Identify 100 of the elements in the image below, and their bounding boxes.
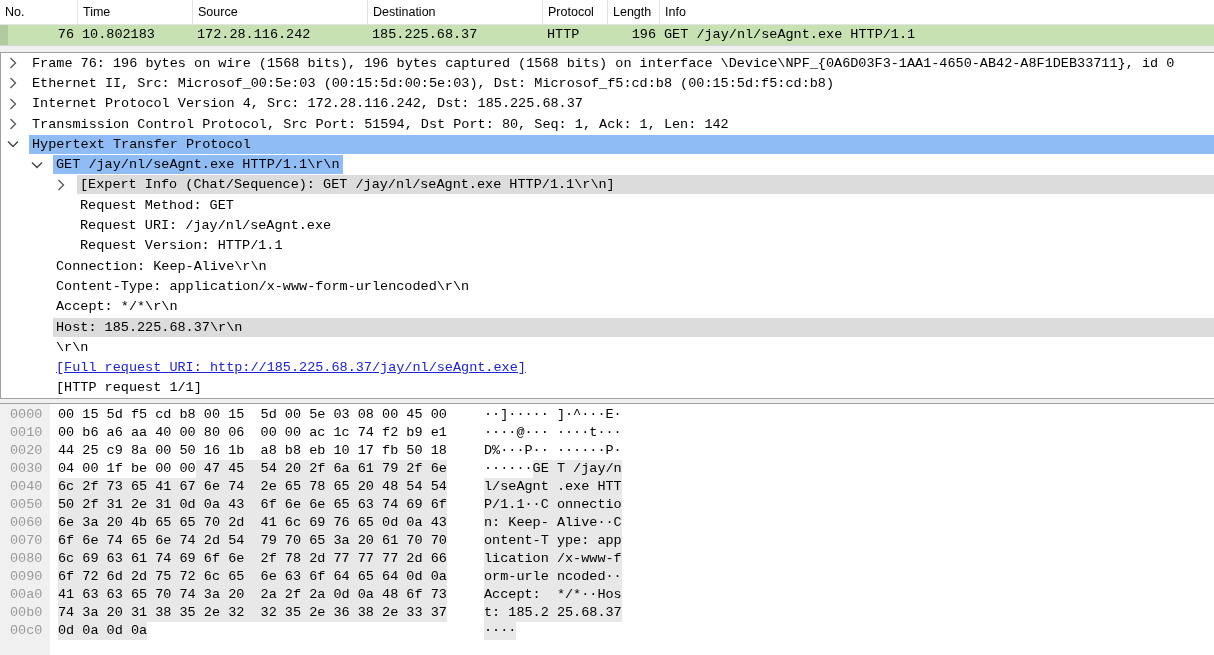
ascii-text: ]·^···E· [555,406,622,424]
ascii-text: ······ [484,460,533,478]
hex-bytes: 6e 63 6f 64 65 64 0d 0a [244,568,447,586]
byte-offset: 00a0 [9,586,44,604]
byte-offset: 0030 [9,460,44,478]
hex-bytes: 00 00 ac 1c 74 f2 b9 e1 [259,424,447,442]
byte-offset: 0090 [9,568,44,586]
chevron-right-icon[interactable] [9,118,17,131]
hex-bytes: 04 00 1f be 00 00 [58,460,196,478]
hex-bytes: 6c 2f 73 65 41 67 6e 74 [58,478,245,496]
hex-bytes: 44 25 c9 8a 00 50 16 1b [58,442,245,460]
ascii-text: t: 185.2 [484,604,549,622]
byte-offset: 0010 [9,424,44,442]
tree-item[interactable]: Content-Type: application/x-www-form-urlencoded\r\n [53,276,473,296]
table-cell-text: 76 [56,26,75,44]
ascii-text: D%···P·· [484,442,549,460]
column-header[interactable]: Time [78,0,193,24]
column-header[interactable]: Destination [368,0,543,24]
hex-bytes: 6e 3a 20 4b 65 65 70 2d [58,514,245,532]
chevron-right-icon[interactable] [9,57,17,70]
byte-offset: 0040 [9,478,44,496]
hex-bytes: 6f 6e 6e 65 63 74 69 6f [244,496,447,514]
column-header[interactable]: Protocol [543,0,608,24]
hex-bytes: 6f 6e 74 65 6e 74 2d 54 [58,532,245,550]
hex-bytes: 2a 2f 2a 0d 0a 48 6f 73 [244,586,447,604]
tree-item[interactable]: Connection: Keep-Alive\r\n [53,256,270,276]
byte-offset: 0000 [9,406,44,424]
table-cell-text: 172.28.116.242 [196,26,312,44]
ascii-text: Accept: [484,586,549,604]
chevron-right-icon[interactable] [57,178,65,191]
ascii-text: lication [484,550,549,568]
hex-bytes: 41 6c 69 76 65 0d 0a 43 [244,514,447,532]
ascii-text: ···· [484,622,517,640]
chevron-down-icon[interactable] [7,140,19,149]
ascii-text: 25.68.37 [548,604,622,622]
ascii-text: ····t··· [555,424,622,442]
hex-bytes: 54 20 2f 6a 61 79 2f 6e [244,460,447,478]
byte-offset: 00b0 [9,604,44,622]
packet-row[interactable]: 76 10.802183 172.28.116.242 185.225.68.37 HTTP 196 GET /jay/nl/seAgnt.exe HTTP/1.1 [0,25,1214,45]
column-header[interactable]: No. [0,0,78,24]
ascii-text: ····@··· [484,424,549,442]
ascii-text: ··]····· [484,406,549,424]
tree-item[interactable]: Accept: */*\r\n [53,297,181,317]
ascii-text: T /jay/n [548,460,622,478]
hex-bytes: 6c 69 63 61 74 69 6f 6e [58,550,245,568]
ascii-text: Alive··C [548,514,622,532]
tree-item[interactable]: Ethernet II, Src: Microsof_00:5e:03 (00:15:5d:00:5e:03), Dst: Microsof_f5:cd:b8 (00:15:5d:f5:cd:b8) [29,73,838,93]
column-header[interactable]: Length [608,0,660,24]
table-cell-text: GET /jay/nl/seAgnt.exe HTTP/1.1 [663,26,917,44]
column-header[interactable]: Info [660,0,1214,24]
ascii-text: /x-www-f [548,550,622,568]
ascii-text: l/seAgnt [484,478,549,496]
chevron-down-icon[interactable] [31,160,43,169]
tree-item[interactable]: Internet Protocol Version 4, Src: 172.28.116.242, Dst: 185.225.68.37 [29,94,586,114]
ascii-text: ontent-T [484,532,549,550]
byte-offset: 0080 [9,550,44,568]
tree-item[interactable]: [Expert Info (Chat/Sequence): GET /jay/nl/seAgnt.exe HTTP/1.1\r\n] [77,175,1214,195]
tree-item[interactable]: Request Version: HTTP/1.1 [77,236,286,256]
tree-item[interactable]: GET /jay/nl/seAgnt.exe HTTP/1.1\r\n [53,155,343,175]
tree-item[interactable]: Host: 185.225.68.37\r\n [53,317,1214,337]
ascii-text: */*··Hos [548,586,622,604]
byte-offset: 0050 [9,496,44,514]
byte-offset: 00c0 [9,622,44,640]
tree-item[interactable]: Request URI: /jay/nl/seAgnt.exe [77,216,335,235]
tree-item[interactable]: Request Method: GET [77,195,237,215]
tree-item[interactable]: [HTTP request 1/1] [53,378,205,398]
hex-bytes: 50 2f 31 2e 31 0d 0a 43 [58,496,245,514]
column-header[interactable]: Source [193,0,368,24]
link[interactable]: [Full request URI: http://185.225.68.37/jay/nl/seAgnt.exe] [53,358,529,378]
table-cell-text: HTTP [546,26,581,44]
hex-bytes: 79 70 65 3a 20 61 70 70 [244,532,447,550]
ascii-text: ncoded·· [548,568,622,586]
byte-offset: 0070 [9,532,44,550]
ascii-text: onnectio [548,496,622,514]
byte-offset: 0020 [9,442,44,460]
hex-bytes: 0d 0a 0d 0a [58,622,148,640]
hex-bytes: a8 b8 eb 10 17 fb 50 18 [259,442,447,460]
hex-bytes: 00 15 5d f5 cd b8 00 15 [58,406,245,424]
hex-bytes: 32 35 2e 36 38 2e 33 37 [244,604,447,622]
ascii-text: orm-urle [484,568,549,586]
chevron-right-icon[interactable] [9,97,17,110]
tree-item[interactable]: \r\n [53,337,92,357]
ascii-text: ······P· [555,442,622,460]
ascii-text: .exe HTT [548,478,622,496]
table-cell-text: 185.225.68.37 [371,26,479,44]
ascii-text: ype: app [548,532,622,550]
hex-bytes: 5d 00 5e 03 08 00 45 00 [259,406,447,424]
ascii-text: n: Keep- [484,514,549,532]
ascii-text: P/1.1··C [484,496,549,514]
tree-item[interactable]: Frame 76: 196 bytes on wire (1568 bits), 196 bytes captured (1568 bits) on interface \Device\NPF_{0A6D03F3-1AA1-4650-AB42-A8F1DEB33711}, id 0 [29,53,1178,73]
ascii-text: GE [532,460,549,478]
hex-bytes: 2e 65 78 65 20 48 54 54 [244,478,447,496]
chevron-right-icon[interactable] [9,77,17,90]
hex-bytes: 2f 78 2d 77 77 77 2d 66 [244,550,447,568]
table-cell-text: 10.802183 [81,26,156,44]
hex-bytes: 74 3a 20 31 38 35 2e 32 [58,604,245,622]
tree-item[interactable]: Hypertext Transfer Protocol [29,134,1214,154]
tree-item[interactable]: Transmission Control Protocol, Src Port: 51594, Dst Port: 80, Seq: 1, Ack: 1, Len: 142 [29,114,732,134]
byte-offset: 0060 [9,514,44,532]
hex-bytes: 6f 72 6d 2d 75 72 6c 65 [58,568,245,586]
